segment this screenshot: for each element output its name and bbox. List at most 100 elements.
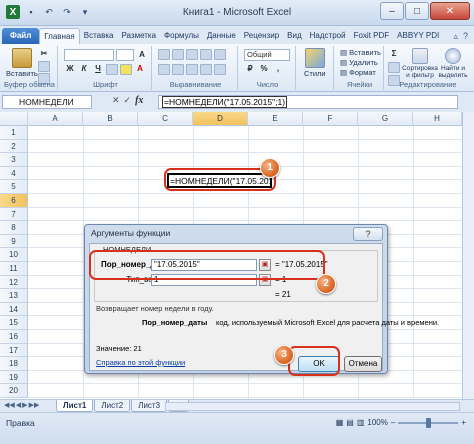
row-header[interactable]: 15 [0,316,28,330]
column-header[interactable]: G [358,112,413,126]
last-sheet-icon[interactable]: ▶▶ [29,401,40,409]
row-header[interactable]: 3 [0,153,28,167]
row-header[interactable]: 9 [0,234,28,249]
sheet-tab-1[interactable]: Лист1 [56,400,94,412]
tab-addins[interactable]: Надстрой [306,28,350,44]
row-header[interactable]: 11 [0,262,28,276]
row-header[interactable]: 17 [0,343,28,358]
delete-cells-button[interactable]: ▤ Удалить [340,58,378,67]
currency-icon[interactable]: ₽ [244,64,256,75]
underline-icon[interactable]: Ч [92,64,104,75]
row-header[interactable]: 1 [0,126,28,140]
sort-filter-button[interactable]: Сортировка и фильтр [402,48,438,79]
row-header[interactable]: 8 [0,221,28,235]
insert-cells-button[interactable]: ▤ Вставить [340,48,381,57]
zoom-in-icon[interactable]: + [461,418,466,427]
font-color-icon[interactable]: A [134,64,146,75]
cut-icon[interactable]: ✂ [38,49,50,60]
find-select-button[interactable]: Найти и выделить [438,48,468,79]
prev-sheet-icon[interactable]: ◀ [16,401,21,409]
column-header[interactable]: E [248,112,303,126]
copy-icon[interactable] [38,61,50,72]
sheet-tab-3[interactable]: Лист3 [131,400,168,412]
styles-button[interactable]: Стили [304,48,326,78]
autosum-icon[interactable]: Σ [388,49,400,60]
align-left-icon[interactable] [158,64,170,75]
column-header-selected[interactable]: D [193,112,248,126]
tab-insert[interactable]: Вставка [80,28,118,44]
page-layout-view-icon[interactable]: ▤ [346,418,354,427]
enter-entry-icon[interactable]: ✓ [124,95,132,106]
wrap-text-icon[interactable] [214,49,226,60]
font-name-select[interactable] [64,49,114,61]
row-header[interactable]: 7 [0,207,28,222]
tab-page-layout[interactable]: Разметка [117,28,160,44]
percent-icon[interactable]: % [258,64,270,75]
cancel-button[interactable]: Отмена [344,356,382,372]
row-header[interactable]: 16 [0,330,28,344]
borders-icon[interactable] [106,64,118,75]
paste-button[interactable]: Вставить [6,48,38,78]
column-header[interactable]: F [303,112,358,126]
zoom-slider-knob[interactable] [426,417,432,428]
zoom-level[interactable]: 100% [367,418,387,427]
align-center-icon[interactable] [172,64,184,75]
row-header[interactable]: 12 [0,275,28,290]
zoom-out-icon[interactable]: – [391,418,395,427]
first-sheet-icon[interactable]: ◀◀ [4,401,15,409]
next-sheet-icon[interactable]: ▶ [22,401,27,409]
select-all-corner[interactable] [0,112,28,126]
tab-home[interactable]: Главная [39,28,80,44]
tab-formulas[interactable]: Формулы [160,28,203,44]
align-right-icon[interactable] [186,64,198,75]
normal-view-icon[interactable]: ▦ [336,418,344,427]
align-middle-icon[interactable] [172,49,184,60]
row-header[interactable]: 13 [0,289,28,303]
column-header[interactable]: H [413,112,462,126]
row-header[interactable]: 2 [0,139,28,154]
row-header[interactable]: 18 [0,357,28,371]
row-header[interactable]: 5 [0,180,28,194]
fill-color-icon[interactable] [120,64,132,75]
row-header[interactable]: 20 [0,384,28,398]
tab-data[interactable]: Данные [203,28,240,44]
format-cells-button[interactable]: ▤ Формат [340,68,376,77]
orientation-icon[interactable] [200,49,212,60]
close-button[interactable]: ✕ [430,2,470,20]
tab-view[interactable]: Вид [283,28,305,44]
row-header[interactable]: 4 [0,166,28,181]
align-top-icon[interactable] [158,49,170,60]
maximize-button[interactable]: □ [405,2,429,20]
tab-abbyy-pdf[interactable]: ABBYY PDI [393,28,443,44]
horizontal-scrollbar[interactable] [165,402,460,411]
help-icon[interactable]: ? [463,28,468,44]
font-size-select[interactable] [116,49,134,61]
row-header[interactable]: 19 [0,370,28,385]
zoom-slider[interactable] [398,417,459,428]
formula-input[interactable]: =НОМНЕДЕЛИ("17.05.2015";1) [158,95,458,109]
row-header-selected[interactable]: 6 [0,194,28,208]
cancel-entry-icon[interactable]: ✕ [112,95,120,106]
comma-style-icon[interactable]: , [272,64,284,75]
tab-file[interactable]: Файл [2,28,40,44]
italic-icon[interactable]: К [78,64,90,75]
sheet-tab-2[interactable]: Лист2 [94,400,131,412]
insert-function-icon[interactable]: fx [135,95,143,106]
merge-cells-icon[interactable] [214,64,226,75]
column-header[interactable]: C [138,112,193,126]
number-format-select[interactable]: Общий [244,49,290,61]
page-break-view-icon[interactable]: ▥ [357,418,365,427]
grow-font-icon[interactable]: A [136,50,148,61]
help-link[interactable]: Справка по этой функции [96,358,185,367]
align-bottom-icon[interactable] [186,49,198,60]
tab-foxit-pdf[interactable]: Foxit PDF [350,28,394,44]
row-header[interactable]: 10 [0,248,28,262]
tab-review[interactable]: Рецензир [240,28,283,44]
bold-icon[interactable]: Ж [64,64,76,75]
row-header[interactable]: 14 [0,302,28,317]
column-header[interactable]: B [83,112,138,126]
vertical-scrollbar[interactable] [462,112,474,399]
fill-icon[interactable] [388,62,400,73]
dialog-help-button[interactable]: ? [353,227,383,241]
minimize-button[interactable]: – [380,2,404,20]
